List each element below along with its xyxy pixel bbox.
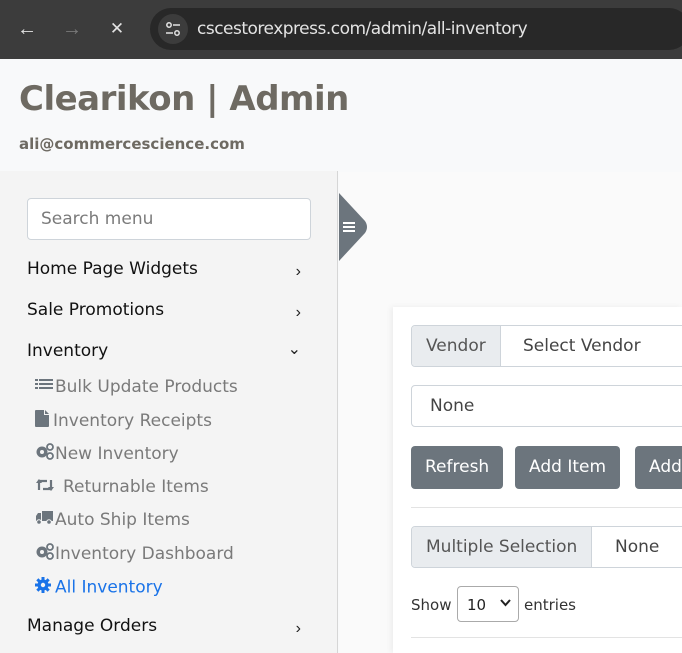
sidebar-item-label: Bulk Update Products — [55, 377, 238, 397]
chevron-down-icon: ⌄ — [287, 341, 301, 358]
multiple-selection-label: Multiple Selection — [412, 527, 593, 567]
sidebar-item-all-inventory[interactable]: All Inventory — [35, 577, 163, 603]
address-bar[interactable]: cscestorexpress.com/admin/all-inventory — [150, 8, 682, 50]
entries-select-value: 10 — [467, 596, 487, 614]
multiple-selection-select[interactable]: None — [615, 527, 659, 567]
refresh-button[interactable]: Refresh — [411, 446, 504, 489]
multiple-selection-input-group: Multiple Selection None — [411, 526, 682, 568]
arrow-left-icon: ← — [17, 18, 37, 40]
url-text[interactable]: cscestorexpress.com/admin/all-inventory — [197, 19, 528, 39]
show-label: Show — [411, 596, 452, 614]
sidebar-item-label: Returnable Items — [63, 477, 209, 497]
cogs-icon — [35, 443, 55, 465]
menu-item-home-page-widgets[interactable]: Home Page Widgets › — [27, 257, 307, 285]
search-menu-input[interactable] — [27, 198, 311, 240]
back-button[interactable]: ← — [15, 17, 39, 41]
menu-item-label: Sale Promotions — [27, 300, 165, 320]
add-button[interactable]: Add — [635, 446, 682, 489]
divider — [411, 507, 682, 508]
page-header: Clearikon | Admin ali@commercescience.co… — [0, 59, 682, 171]
sidebar-item-label: Inventory Receipts — [53, 411, 212, 431]
menu-item-sale-promotions[interactable]: Sale Promotions › — [27, 298, 307, 326]
retweet-icon — [35, 478, 63, 497]
file-icon — [35, 410, 53, 432]
menu-item-label: Inventory — [27, 341, 109, 361]
chevron-down-icon — [500, 596, 511, 610]
sidebar-item-inventory-dashboard[interactable]: Inventory Dashboard — [35, 543, 234, 569]
browser-toolbar: ← → ✕ cscestorexpress.com/admin/all-inve… — [0, 0, 682, 59]
cog-icon — [35, 577, 55, 598]
vendor-select[interactable]: Select Vendor — [523, 326, 641, 366]
user-email: ali@commercescience.com — [19, 135, 245, 153]
filter-select-value: None — [430, 396, 475, 416]
sidebar-item-label: New Inventory — [55, 444, 179, 464]
chevron-right-icon: › — [295, 263, 301, 280]
vendor-input-group: Vendor Select Vendor — [411, 325, 682, 367]
vendor-label: Vendor — [412, 326, 501, 366]
truck-icon — [35, 510, 55, 530]
stop-loading-button[interactable]: ✕ — [105, 17, 129, 41]
site-info-button[interactable] — [158, 14, 188, 44]
brand-title: Clearikon | Admin — [19, 79, 349, 119]
chevron-right-icon: › — [295, 620, 301, 637]
tune-icon — [166, 22, 180, 36]
menu-icon — [343, 222, 355, 232]
menu-item-label: Home Page Widgets — [27, 259, 198, 279]
entries-select[interactable]: 10 — [457, 586, 519, 622]
sidebar: Home Page Widgets › Sale Promotions › In… — [0, 171, 338, 653]
chevron-right-icon: › — [295, 304, 301, 321]
forward-button[interactable]: → — [60, 17, 84, 41]
sidebar-item-returnable-items[interactable]: Returnable Items — [35, 477, 209, 503]
add-item-button[interactable]: Add Item — [515, 446, 621, 489]
divider — [411, 637, 682, 638]
cogs-icon — [35, 543, 55, 565]
sidebar-item-label: Auto Ship Items — [55, 510, 190, 530]
entries-label: entries — [524, 596, 576, 614]
sidebar-item-label: Inventory Dashboard — [55, 544, 234, 564]
menu-item-manage-orders[interactable]: Manage Orders › — [27, 614, 307, 642]
sidebar-item-bulk-update-products[interactable]: Bulk Update Products — [35, 377, 238, 403]
filter-select[interactable]: None — [411, 385, 682, 427]
sidebar-item-auto-ship-items[interactable]: Auto Ship Items — [35, 510, 190, 536]
close-icon: ✕ — [109, 19, 125, 38]
list-icon — [35, 378, 55, 397]
arrow-right-icon: → — [62, 18, 82, 40]
sidebar-toggle-button[interactable] — [339, 193, 369, 261]
menu-item-label: Manage Orders — [27, 616, 158, 636]
sidebar-item-label: All Inventory — [55, 577, 163, 598]
sidebar-item-inventory-receipts[interactable]: Inventory Receipts — [35, 410, 212, 436]
sidebar-item-new-inventory[interactable]: New Inventory — [35, 443, 179, 469]
menu-item-inventory[interactable]: Inventory ⌄ — [27, 339, 307, 367]
